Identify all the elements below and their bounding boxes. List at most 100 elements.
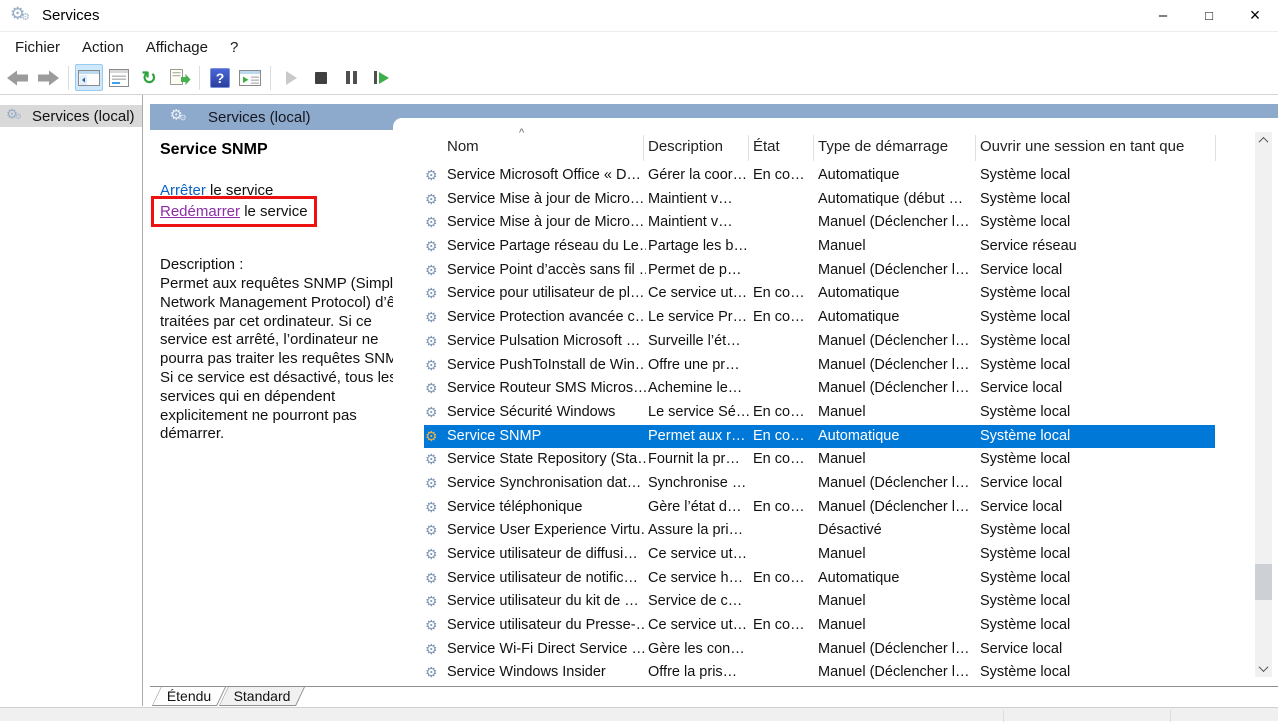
vertical-scrollbar[interactable] (1255, 132, 1272, 677)
service-startup-type: Manuel (818, 590, 977, 614)
service-row[interactable]: ⚙Service Windows InsiderOffre la pris…Ma… (424, 661, 1215, 685)
forward-icon[interactable] (34, 64, 62, 91)
service-row[interactable]: ⚙Service utilisateur de notific…Ce servi… (424, 567, 1215, 591)
service-name: Service Protection avancée c… (447, 306, 646, 330)
service-row[interactable]: ⚙Service SNMPPermet aux r…En co…Automati… (424, 425, 1215, 449)
tab-etendu[interactable]: Étendu (152, 687, 226, 706)
service-row[interactable]: ⚙Service Synchronisation dat…Synchronise… (424, 472, 1215, 496)
service-row[interactable]: ⚙Service utilisateur de diffusi…Ce servi… (424, 543, 1215, 567)
service-description: Gère les con… (648, 638, 749, 662)
service-row[interactable]: ⚙Service PushToInstall de Win…Offre une … (424, 354, 1215, 378)
back-icon[interactable] (4, 64, 32, 91)
minimize-button[interactable]: – (1140, 0, 1186, 32)
services-band-icon: ⚙ ⚙ (170, 108, 190, 127)
menu-action[interactable]: Action (71, 35, 135, 60)
header-divider[interactable] (643, 135, 644, 161)
title-bar: ⚙ ⚙ Services – □ × (0, 0, 1278, 32)
service-status (753, 235, 814, 259)
service-startup-type: Manuel (818, 448, 977, 472)
service-startup-type: Automatique (début … (818, 188, 977, 212)
service-row[interactable]: ⚙Service utilisateur du Presse-…Ce servi… (424, 614, 1215, 638)
column-header-type-demarrage[interactable]: Type de démarrage (818, 132, 948, 162)
menu-help[interactable]: ? (219, 35, 249, 60)
stop-service-icon[interactable] (307, 64, 335, 91)
service-gear-icon: ⚙ (425, 590, 444, 614)
service-status (753, 259, 814, 283)
service-startup-type: Manuel (Déclencher l… (818, 259, 977, 283)
column-header-etat[interactable]: État (753, 132, 780, 162)
service-row[interactable]: ⚙Service User Experience Virtu…Assure la… (424, 519, 1215, 543)
column-header-description[interactable]: Description (648, 132, 723, 162)
close-button[interactable]: × (1232, 0, 1278, 32)
service-startup-type: Manuel (Déclencher l… (818, 496, 977, 520)
menu-fichier[interactable]: Fichier (4, 35, 71, 60)
scrollbar-thumb[interactable] (1255, 564, 1272, 600)
service-row[interactable]: ⚙Service téléphoniqueGère l’état d…En co… (424, 496, 1215, 520)
header-divider[interactable] (975, 135, 976, 161)
column-header-nom[interactable]: Nom (447, 132, 479, 162)
service-row[interactable]: ⚙Service Point d’accès sans fil …Permet … (424, 259, 1215, 283)
properties-icon[interactable] (105, 64, 133, 91)
service-row[interactable]: ⚙Service Mise à jour de Micro…Maintient … (424, 188, 1215, 212)
restart-service-suffix: le service (240, 203, 308, 220)
show-console-tree-icon[interactable] (75, 64, 103, 91)
header-divider[interactable] (813, 135, 814, 161)
service-description-text: Permet aux requêtes SNMP (Simple Network… (160, 275, 413, 444)
refresh-icon[interactable]: ↻ (135, 64, 163, 91)
help-icon[interactable]: ? (206, 64, 234, 91)
tree-item-services-local[interactable]: ⚙ ⚙ Services (local) (0, 105, 142, 127)
column-header-session[interactable]: Ouvrir une session en tant que (980, 132, 1184, 162)
scroll-down-icon[interactable] (1255, 660, 1272, 677)
service-row[interactable]: ⚙Service Microsoft Office « D…Gérer la c… (424, 164, 1215, 188)
show-window-icon[interactable] (236, 64, 264, 91)
service-description: Ce service ut… (648, 282, 749, 306)
toolbar: ↻ ? (0, 61, 1278, 95)
service-logon-as: Système local (980, 164, 1212, 188)
restart-service-link[interactable]: Redémarrer (160, 203, 240, 220)
service-row[interactable]: ⚙Service Pulsation Microsoft …Surveille … (424, 330, 1215, 354)
service-row[interactable]: ⚙Service pour utilisateur de pl…Ce servi… (424, 282, 1215, 306)
export-list-icon[interactable] (165, 64, 193, 91)
service-logon-as: Système local (980, 282, 1212, 306)
restart-service-icon[interactable] (367, 64, 395, 91)
console-tree-panel: ⚙ ⚙ Services (local) (0, 95, 143, 706)
tab-standard[interactable]: Standard (219, 687, 305, 706)
service-status (753, 638, 814, 662)
service-row[interactable]: ⚙Service Routeur SMS Micros…Achemine le…… (424, 377, 1215, 401)
scroll-up-icon[interactable] (1255, 132, 1272, 149)
service-logon-as: Système local (980, 401, 1212, 425)
header-divider[interactable] (748, 135, 749, 161)
strip-divider (1003, 710, 1004, 722)
maximize-button[interactable]: □ (1186, 0, 1232, 32)
stop-service-link[interactable]: Arrêter (160, 182, 206, 199)
service-name: Service Partage réseau du Le… (447, 235, 646, 259)
service-gear-icon: ⚙ (425, 377, 444, 401)
tab-etendu-label: Étendu (152, 688, 226, 704)
header-divider[interactable] (1215, 135, 1216, 161)
service-status: En co… (753, 306, 814, 330)
service-logon-as: Service réseau (980, 235, 1212, 259)
service-startup-type: Manuel (818, 543, 977, 567)
service-gear-icon: ⚙ (425, 472, 444, 496)
menu-affichage[interactable]: Affichage (135, 35, 219, 60)
service-row[interactable]: ⚙Service State Repository (Sta…Fournit l… (424, 448, 1215, 472)
service-logon-as: Système local (980, 330, 1212, 354)
service-row[interactable]: ⚙Service utilisateur du kit de …Service … (424, 590, 1215, 614)
service-name: Service Mise à jour de Micro… (447, 211, 646, 235)
service-gear-icon: ⚙ (425, 401, 444, 425)
service-description: Permet aux r… (648, 425, 749, 449)
service-row[interactable]: ⚙Service Protection avancée c…Le service… (424, 306, 1215, 330)
pause-service-icon[interactable] (337, 64, 365, 91)
start-service-icon[interactable] (277, 64, 305, 91)
service-logon-as: Système local (980, 661, 1212, 685)
service-name: Service Sécurité Windows (447, 401, 646, 425)
service-row[interactable]: ⚙Service Sécurité WindowsLe service Sé…E… (424, 401, 1215, 425)
service-startup-type: Automatique (818, 306, 977, 330)
service-name: Service SNMP (447, 425, 646, 449)
service-row[interactable]: ⚙Service Wi-Fi Direct Service …Gère les … (424, 638, 1215, 662)
window-title: Services (42, 7, 100, 24)
service-logon-as: Système local (980, 188, 1212, 212)
service-row[interactable]: ⚙Service Mise à jour de Micro…Maintient … (424, 211, 1215, 235)
service-status (753, 330, 814, 354)
service-row[interactable]: ⚙Service Partage réseau du Le…Partage le… (424, 235, 1215, 259)
